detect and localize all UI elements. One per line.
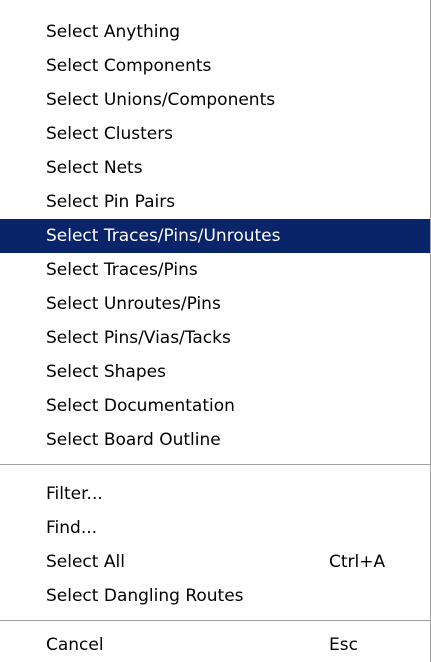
select-mode-group: Select Anything Select Components Select… — [0, 15, 430, 457]
cancel-group: Cancel Esc — [0, 628, 430, 662]
menu-item-select-dangling-routes[interactable]: Select Dangling Routes — [0, 579, 430, 613]
menu-item-select-documentation[interactable]: Select Documentation — [0, 389, 430, 423]
menu-item-select-pin-pairs[interactable]: Select Pin Pairs — [0, 185, 430, 219]
menu-item-label: Select Unions/Components — [46, 90, 276, 110]
menu-item-filter[interactable]: Filter... — [0, 477, 430, 511]
menu-item-select-board-outline[interactable]: Select Board Outline — [0, 423, 430, 457]
menu-item-select-traces-pins[interactable]: Select Traces/Pins — [0, 253, 430, 287]
menu-item-label: Find... — [46, 518, 98, 538]
menu-item-label: Select Board Outline — [46, 430, 221, 450]
menu-item-shortcut: Ctrl+A — [329, 552, 386, 572]
menu-item-cancel[interactable]: Cancel Esc — [0, 628, 430, 662]
menu-item-shortcut: Esc — [329, 635, 358, 655]
menu-item-select-components[interactable]: Select Components — [0, 49, 430, 83]
menu-item-label: Select Unroutes/Pins — [46, 294, 221, 314]
menu-item-label: Select All — [46, 552, 125, 572]
menu-separator — [0, 620, 430, 622]
context-menu: Select Anything Select Components Select… — [0, 0, 431, 662]
menu-item-label: Select Nets — [46, 158, 143, 178]
menu-item-label: Select Shapes — [46, 362, 166, 382]
menu-item-label: Select Documentation — [46, 396, 235, 416]
menu-item-select-traces-pins-unroutes[interactable]: Select Traces/Pins/Unroutes — [0, 219, 430, 253]
menu-item-select-clusters[interactable]: Select Clusters — [0, 117, 430, 151]
menu-separator — [0, 464, 430, 466]
menu-item-label: Select Components — [46, 56, 212, 76]
menu-item-select-anything[interactable]: Select Anything — [0, 15, 430, 49]
menu-item-label: Select Clusters — [46, 124, 174, 144]
menu-item-select-nets[interactable]: Select Nets — [0, 151, 430, 185]
menu-item-find[interactable]: Find... — [0, 511, 430, 545]
menu-item-label: Select Pins/Vias/Tacks — [46, 328, 231, 348]
menu-item-select-shapes[interactable]: Select Shapes — [0, 355, 430, 389]
menu-item-label: Select Anything — [46, 22, 181, 42]
menu-item-select-unroutes-pins[interactable]: Select Unroutes/Pins — [0, 287, 430, 321]
menu-item-label: Select Traces/Pins — [46, 260, 198, 280]
action-group: Filter... Find... Select All Ctrl+A Sele… — [0, 477, 430, 613]
menu-item-select-all[interactable]: Select All Ctrl+A — [0, 545, 430, 579]
menu-item-label: Filter... — [46, 484, 103, 504]
menu-item-label: Cancel — [46, 635, 104, 655]
menu-item-label: Select Dangling Routes — [46, 586, 244, 606]
menu-item-select-pins-vias-tacks[interactable]: Select Pins/Vias/Tacks — [0, 321, 430, 355]
menu-item-label: Select Pin Pairs — [46, 192, 176, 212]
menu-item-label: Select Traces/Pins/Unroutes — [46, 226, 281, 246]
menu-item-select-unions-components[interactable]: Select Unions/Components — [0, 83, 430, 117]
